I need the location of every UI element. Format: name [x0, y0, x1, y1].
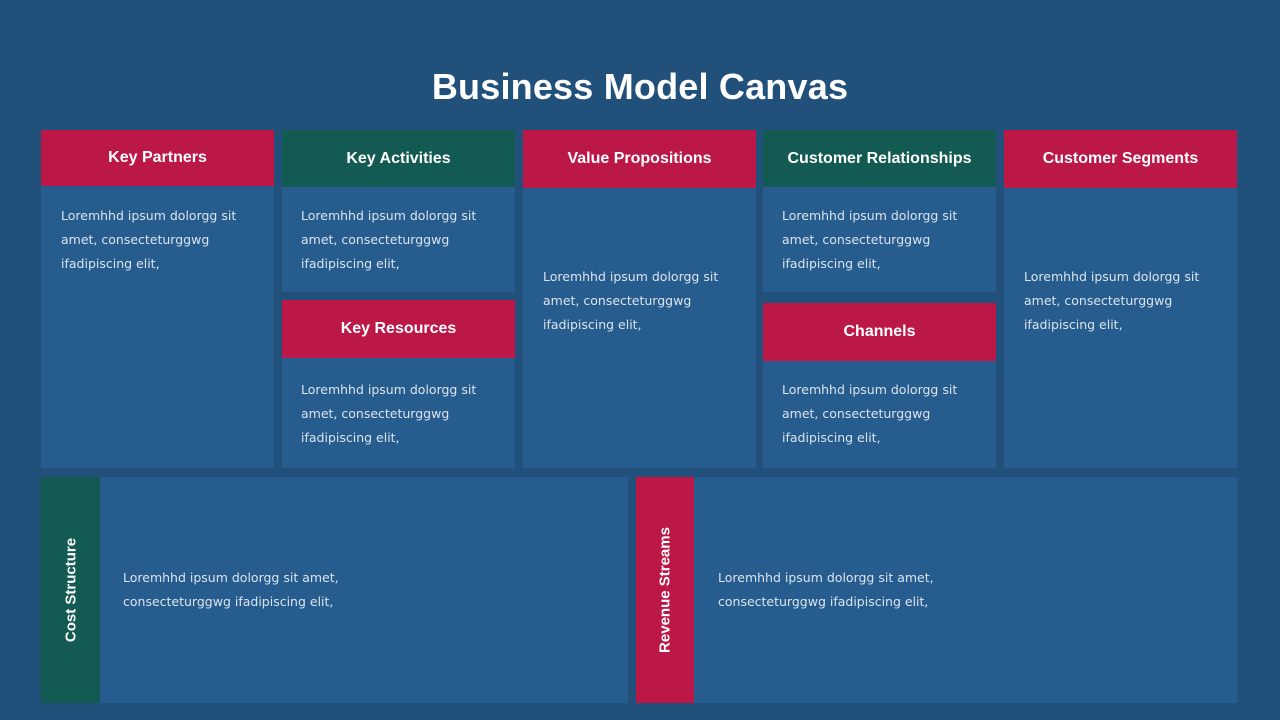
- customer-relationships-block: Customer Relationships Loremhhd ipsum do…: [763, 130, 996, 292]
- value-propositions-text: Loremhhd ipsum dolorgg sit amet, consect…: [543, 269, 719, 332]
- key-partners-text: Loremhhd ipsum dolorgg sit amet, consect…: [61, 208, 237, 271]
- revenue-streams-header: Revenue Streams: [636, 477, 694, 703]
- key-partners-header: Key Partners: [41, 130, 274, 186]
- key-resources-text: Loremhhd ipsum dolorgg sit amet, consect…: [301, 382, 477, 445]
- page-title: Business Model Canvas: [431, 66, 849, 107]
- key-resources-block: Key Resources Loremhhd ipsum dolorgg sit…: [282, 300, 515, 468]
- value-propositions-block: Value Propositions Loremhhd ipsum dolorg…: [523, 130, 756, 468]
- revenue-streams-text: Loremhhd ipsum dolorgg sit amet, consect…: [718, 570, 934, 609]
- customer-relationships-text: Loremhhd ipsum dolorgg sit amet, consect…: [782, 208, 958, 271]
- cost-structure-text: Loremhhd ipsum dolorgg sit amet, consect…: [123, 570, 339, 609]
- channels-text: Loremhhd ipsum dolorgg sit amet, consect…: [782, 382, 958, 445]
- cost-structure-label: Cost Structure: [62, 537, 79, 643]
- customer-segments-text: Loremhhd ipsum dolorgg sit amet, consect…: [1024, 269, 1200, 332]
- key-activities-text: Loremhhd ipsum dolorgg sit amet, consect…: [301, 208, 477, 271]
- customer-segments-header: Customer Segments: [1004, 130, 1237, 188]
- revenue-streams-block: Revenue Streams Loremhhd ipsum dolorgg s…: [636, 477, 1237, 703]
- channels-block: Channels Loremhhd ipsum dolorgg sit amet…: [763, 303, 996, 468]
- key-resources-header: Key Resources: [282, 300, 515, 358]
- cost-structure-header: Cost Structure: [41, 477, 100, 703]
- customer-segments-block: Customer Segments Loremhhd ipsum dolorgg…: [1004, 130, 1237, 468]
- channels-header: Channels: [763, 303, 996, 361]
- revenue-streams-label: Revenue Streams: [656, 527, 674, 653]
- key-partners-block: Key Partners Loremhhd ipsum dolorgg sit …: [41, 130, 274, 468]
- value-propositions-header: Value Propositions: [523, 130, 756, 188]
- key-activities-header: Key Activities: [282, 130, 515, 187]
- key-activities-block: Key Activities Loremhhd ipsum dolorgg si…: [282, 130, 515, 292]
- customer-relationships-header: Customer Relationships: [763, 130, 996, 187]
- cost-structure-block: Cost Structure Loremhhd ipsum dolorgg si…: [41, 477, 628, 703]
